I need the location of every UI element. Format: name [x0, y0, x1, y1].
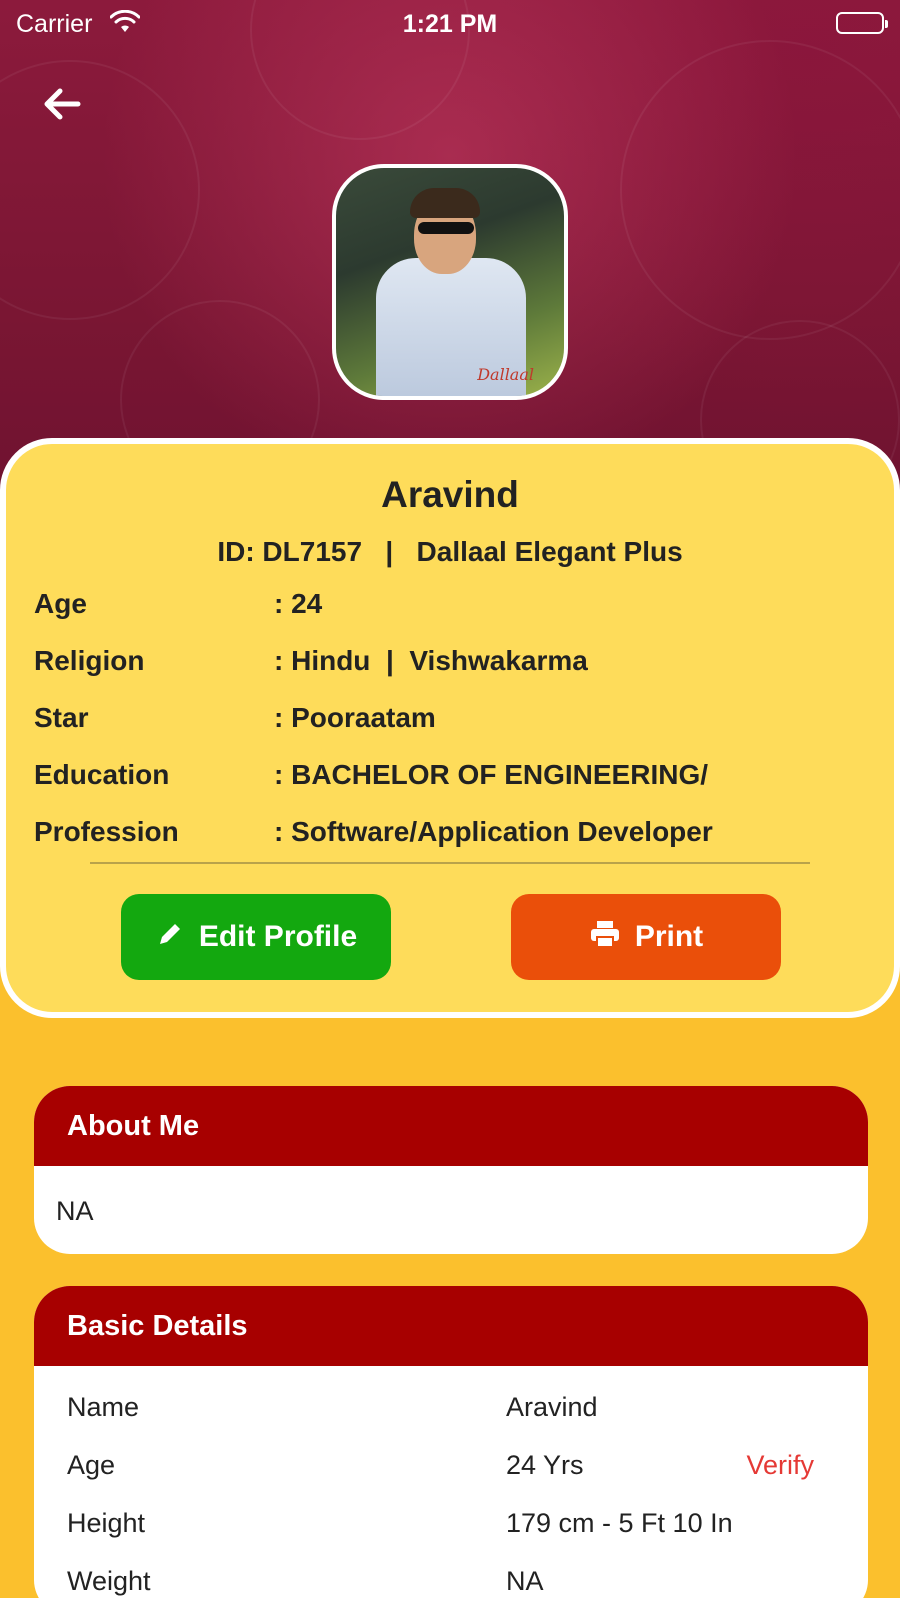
- profile-photo[interactable]: Dallaal: [332, 164, 568, 400]
- detail-value: 24 Yrs: [506, 1450, 584, 1480]
- detail-key: Name: [67, 1392, 140, 1422]
- detail-key: Height: [67, 1508, 146, 1538]
- info-label: Profession: [34, 816, 179, 847]
- info-label: Age: [34, 588, 87, 619]
- mandala-pattern: [0, 60, 200, 320]
- battery-icon: [836, 12, 888, 34]
- mandala-pattern: [620, 40, 900, 340]
- pencil-icon: [155, 919, 185, 955]
- divider: [90, 862, 810, 864]
- edit-profile-label: Edit Profile: [198, 920, 358, 953]
- basic-details-header: Basic Details: [34, 1286, 868, 1366]
- info-value: : 24: [274, 588, 323, 619]
- info-label: Religion: [34, 645, 145, 676]
- detail-row-age: Age 24 Yrs Verify: [34, 1432, 868, 1490]
- print-button[interactable]: Print: [511, 894, 781, 980]
- profile-name: Aravind: [381, 474, 519, 515]
- detail-key: Weight: [67, 1566, 151, 1596]
- info-row-age: Age : 24: [34, 588, 884, 628]
- printer-icon: [589, 919, 621, 955]
- clock: 1:21 PM: [402, 10, 498, 38]
- arrow-left-icon: [44, 88, 81, 120]
- info-row-education: Education : BACHELOR OF ENGINEERING/: [34, 759, 884, 799]
- status-bar: Carrier 1:21 PM: [0, 0, 900, 48]
- about-me-text: NA: [56, 1196, 94, 1226]
- profile-summary-card: Aravind ID: DL7157 | Dallaal Elegant Plu…: [0, 438, 900, 1018]
- detail-value: NA: [506, 1566, 544, 1596]
- detail-row-weight: Weight NA: [34, 1548, 868, 1598]
- info-value: : Hindu | Vishwakarma: [274, 645, 588, 676]
- profile-id-line: ID: DL7157 | Dallaal Elegant Plus: [217, 536, 683, 567]
- info-row-profession: Profession : Software/Application Develo…: [34, 816, 884, 856]
- detail-value: 179 cm - 5 Ft 10 In: [506, 1508, 733, 1538]
- edit-profile-button[interactable]: Edit Profile: [121, 894, 391, 980]
- verify-link[interactable]: Verify: [746, 1450, 814, 1481]
- info-label: Star: [34, 702, 89, 733]
- back-button[interactable]: [38, 80, 86, 128]
- info-value: : Software/Application Developer: [274, 816, 713, 847]
- info-value: : Pooraatam: [274, 702, 436, 733]
- photo-watermark: Dallaal: [477, 365, 534, 384]
- about-me-header: About Me: [34, 1086, 868, 1166]
- info-value: : BACHELOR OF ENGINEERING/: [274, 759, 709, 790]
- info-row-religion: Religion : Hindu | Vishwakarma: [34, 645, 884, 685]
- detail-row-height: Height 179 cm - 5 Ft 10 In: [34, 1490, 868, 1548]
- detail-row-name: Name Aravind: [34, 1374, 868, 1432]
- basic-details-section: Basic Details Name Aravind Age 24 Yrs Ve…: [34, 1286, 868, 1598]
- info-row-star: Star : Pooraatam: [34, 702, 884, 742]
- info-label: Education: [34, 759, 170, 790]
- detail-key: Age: [67, 1450, 116, 1480]
- about-me-section: About Me NA: [34, 1086, 868, 1254]
- detail-value: Aravind: [506, 1392, 598, 1422]
- print-label: Print: [634, 920, 704, 953]
